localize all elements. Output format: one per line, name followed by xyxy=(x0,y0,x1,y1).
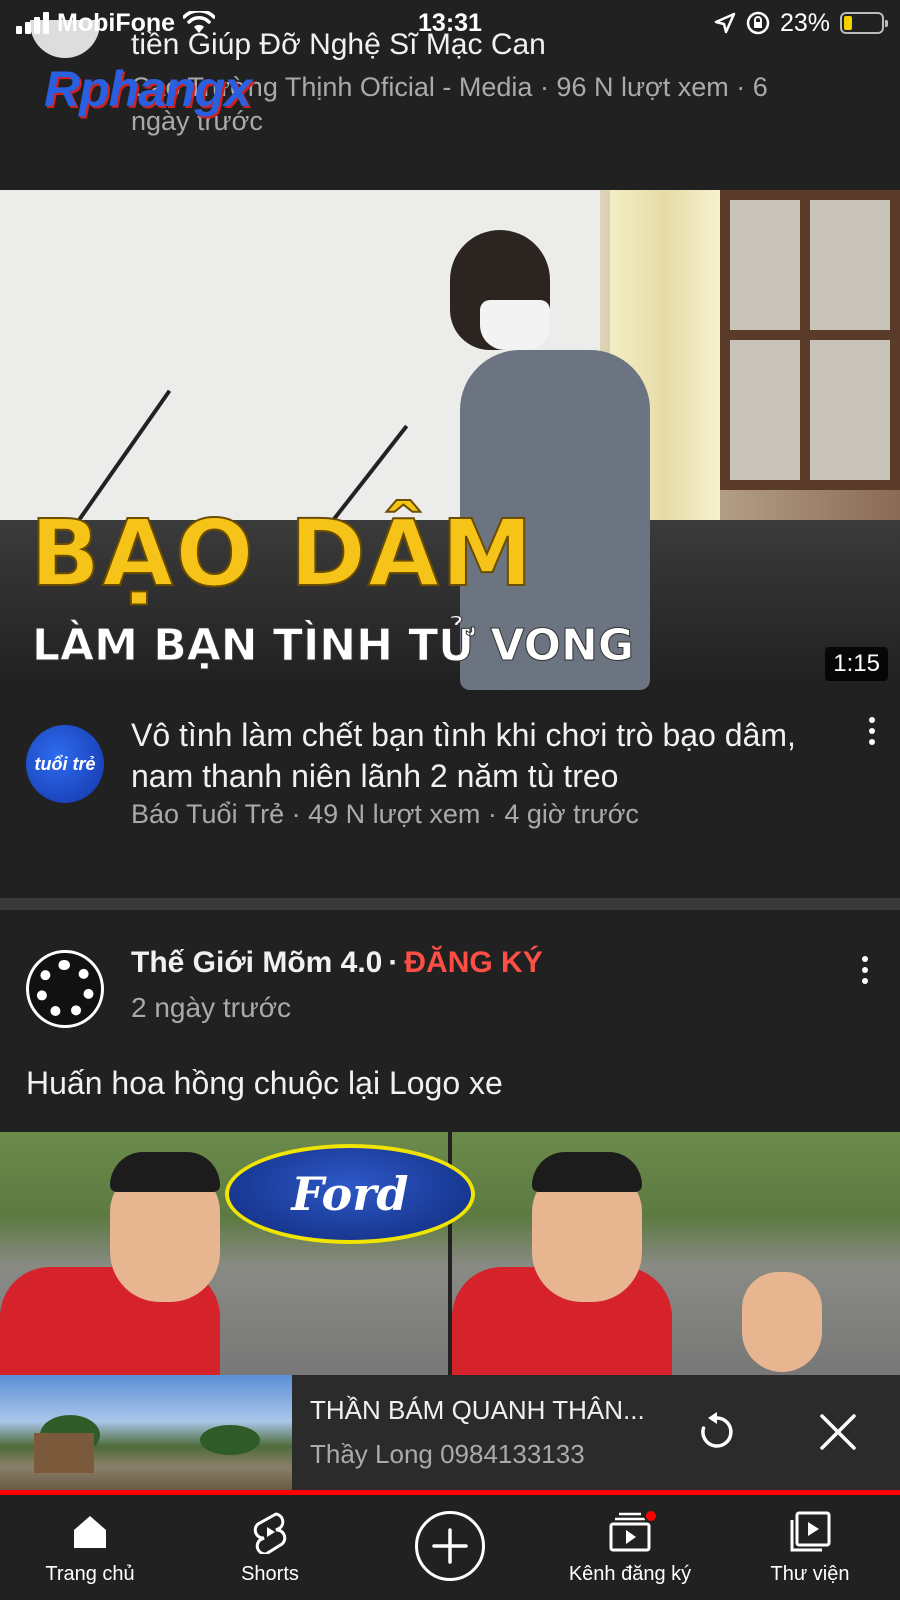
channel-avatar-text: tuổi trẻ xyxy=(34,753,96,774)
mini-player-thumbnail[interactable] xyxy=(0,1375,292,1490)
new-content-dot xyxy=(644,1509,658,1523)
post-time: 2 ngày trước xyxy=(131,992,292,1023)
carrier-name: MobiFone xyxy=(57,8,176,37)
close-icon xyxy=(820,1414,856,1450)
rotation-lock-icon xyxy=(746,11,770,35)
create-icon xyxy=(415,1511,485,1581)
replay-button[interactable] xyxy=(692,1407,742,1457)
bottom-nav: Trang chủ Shorts Kênh đăng ký Thư viện xyxy=(0,1495,900,1600)
community-post: Thế Giới Mõm 4.0 · ĐĂNG KÝ 2 ngày trước Hu… xyxy=(0,910,900,1400)
cellular-signal-icon xyxy=(16,12,49,34)
battery-icon xyxy=(840,12,888,34)
shorts-icon xyxy=(253,1512,287,1554)
channel-avatar[interactable]: tuổi trẻ xyxy=(26,725,104,803)
post-channel-line: Thế Giới Mõm 4.0 · ĐĂNG KÝ xyxy=(131,946,543,980)
wifi-icon xyxy=(183,11,216,33)
status-left: MobiFone xyxy=(16,8,216,38)
nav-shorts[interactable]: Shorts xyxy=(180,1495,360,1600)
post-image[interactable]: Ford xyxy=(0,1132,900,1377)
video-duration: 1:15 xyxy=(825,647,888,681)
thumbnail-headline: BẠO DÂM xyxy=(29,499,535,608)
nav-label-home: Trang chủ xyxy=(45,1563,135,1585)
mini-player-channel: Thầy Long 0984133133 xyxy=(310,1439,585,1469)
nav-label-subscriptions: Kênh đăng ký xyxy=(568,1563,692,1585)
status-right: 23% xyxy=(714,8,888,38)
mini-player[interactable]: THẦN BÁM QUANH THÂN... Thầy Long 0984133… xyxy=(0,1375,900,1490)
post-more-options-icon[interactable] xyxy=(850,956,880,984)
post-channel-name[interactable]: Thế Giới Mõm 4.0 xyxy=(131,946,382,979)
post-channel-avatar[interactable] xyxy=(26,950,104,1028)
mini-player-title[interactable]: THẦN BÁM QUANH THÂN... xyxy=(310,1395,670,1426)
nav-create[interactable] xyxy=(360,1495,540,1600)
location-icon xyxy=(714,12,736,34)
nav-subscriptions[interactable]: Kênh đăng ký xyxy=(540,1495,720,1600)
close-button[interactable] xyxy=(813,1407,863,1457)
library-icon xyxy=(790,1511,831,1552)
video-thumbnail[interactable]: BẠO DÂM LÀM BẠN TÌNH TỬ VONG 1:15 xyxy=(0,190,900,695)
battery-percent: 23% xyxy=(779,8,830,37)
post-separator: · xyxy=(388,946,399,979)
watermark-logo: Rphangx xyxy=(44,61,252,117)
thumbnail-subline: LÀM BẠN TÌNH TỬ VONG xyxy=(32,620,635,672)
ford-logo: Ford xyxy=(225,1144,475,1244)
ford-logo-text: Ford xyxy=(291,1167,409,1221)
post-text: Huấn hoa hồng chuộc lại Logo xe xyxy=(26,1065,503,1101)
video-title[interactable]: Vô tình làm chết bạn tình khi chơi trò b… xyxy=(131,715,821,797)
video-info[interactable]: tuổi trẻ Vô tình làm chết bạn tình khi c… xyxy=(0,695,900,890)
home-icon xyxy=(74,1516,106,1548)
post-image-right[interactable] xyxy=(452,1132,900,1377)
more-options-icon[interactable] xyxy=(857,717,887,745)
nav-library[interactable]: Thư viện xyxy=(720,1495,900,1600)
nav-label-library: Thư viện xyxy=(770,1563,850,1585)
replay-icon xyxy=(701,1412,733,1448)
nav-home[interactable]: Trang chủ xyxy=(0,1495,180,1600)
video-meta: Báo Tuổi Trẻ · 49 N lượt xem · 4 giờ trư… xyxy=(131,799,639,829)
subscribe-button[interactable]: ĐĂNG KÝ xyxy=(404,946,542,979)
status-bar: MobiFone 13:31 23% xyxy=(0,0,900,46)
section-divider xyxy=(0,898,900,910)
nav-label-shorts: Shorts xyxy=(241,1563,299,1585)
